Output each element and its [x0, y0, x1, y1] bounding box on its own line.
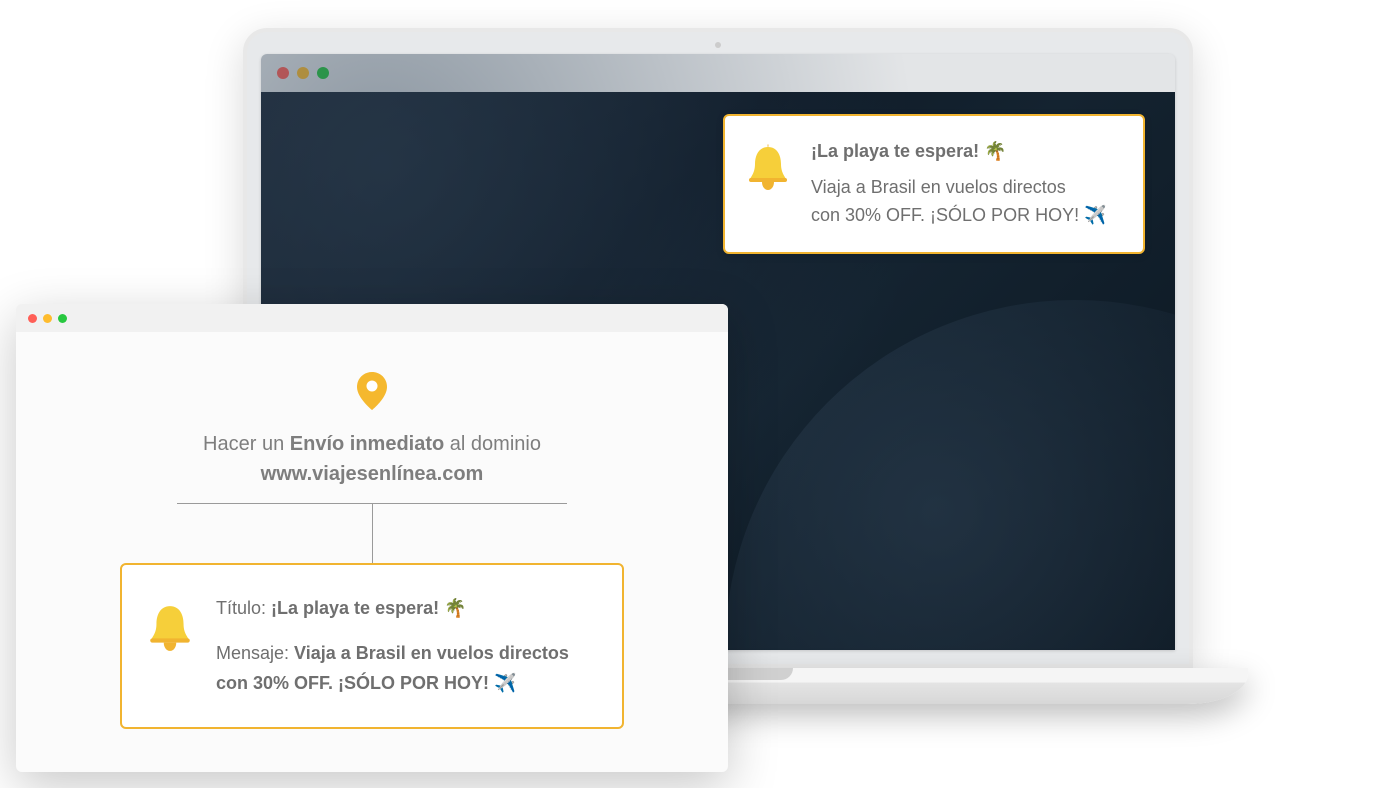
- message-value-line1: Viaja a Brasil en vuelos directos: [294, 643, 569, 663]
- window-close-icon[interactable]: [28, 314, 37, 323]
- bell-icon: [747, 144, 789, 197]
- title-value: ¡La playa te espera! 🌴: [271, 598, 467, 618]
- headline-prefix: Hacer un: [203, 433, 290, 455]
- message-value-line2: con 30% OFF. ¡SÓLO POR HOY! ✈️: [216, 668, 569, 699]
- headline-domain: www.viajesenlínea.com: [203, 459, 541, 489]
- location-pin-icon: [357, 372, 387, 415]
- window-minimize-icon[interactable]: [43, 314, 52, 323]
- editor-titlebar: [16, 304, 728, 332]
- editor-card-text: Título: ¡La playa te espera! 🌴 Mensaje: …: [216, 593, 569, 699]
- editor-body: Hacer un Envío inmediato al dominio www.…: [16, 332, 728, 729]
- notification-message-line2: con 30% OFF. ¡SÓLO POR HOY! ✈️: [811, 202, 1107, 230]
- message-label: Mensaje:: [216, 643, 294, 663]
- headline-bold: Envío inmediato: [290, 433, 444, 455]
- bell-icon: [148, 603, 192, 658]
- notification-text: ¡La playa te espera! 🌴 Viaja a Brasil en…: [811, 138, 1107, 230]
- connector-lines: [177, 503, 567, 563]
- push-notification[interactable]: ¡La playa te espera! 🌴 Viaja a Brasil en…: [723, 114, 1145, 254]
- title-label: Título:: [216, 598, 271, 618]
- notification-title: ¡La playa te espera! 🌴: [811, 138, 1107, 166]
- notification-editor-card: Título: ¡La playa te espera! 🌴 Mensaje: …: [120, 563, 624, 729]
- notification-message-line1: Viaja a Brasil en vuelos directos: [811, 174, 1107, 202]
- editor-window: Hacer un Envío inmediato al dominio www.…: [16, 304, 728, 772]
- laptop-camera: [715, 42, 721, 48]
- headline-suffix: al dominio: [444, 433, 541, 455]
- editor-headline: Hacer un Envío inmediato al dominio www.…: [203, 429, 541, 489]
- window-maximize-icon[interactable]: [58, 314, 67, 323]
